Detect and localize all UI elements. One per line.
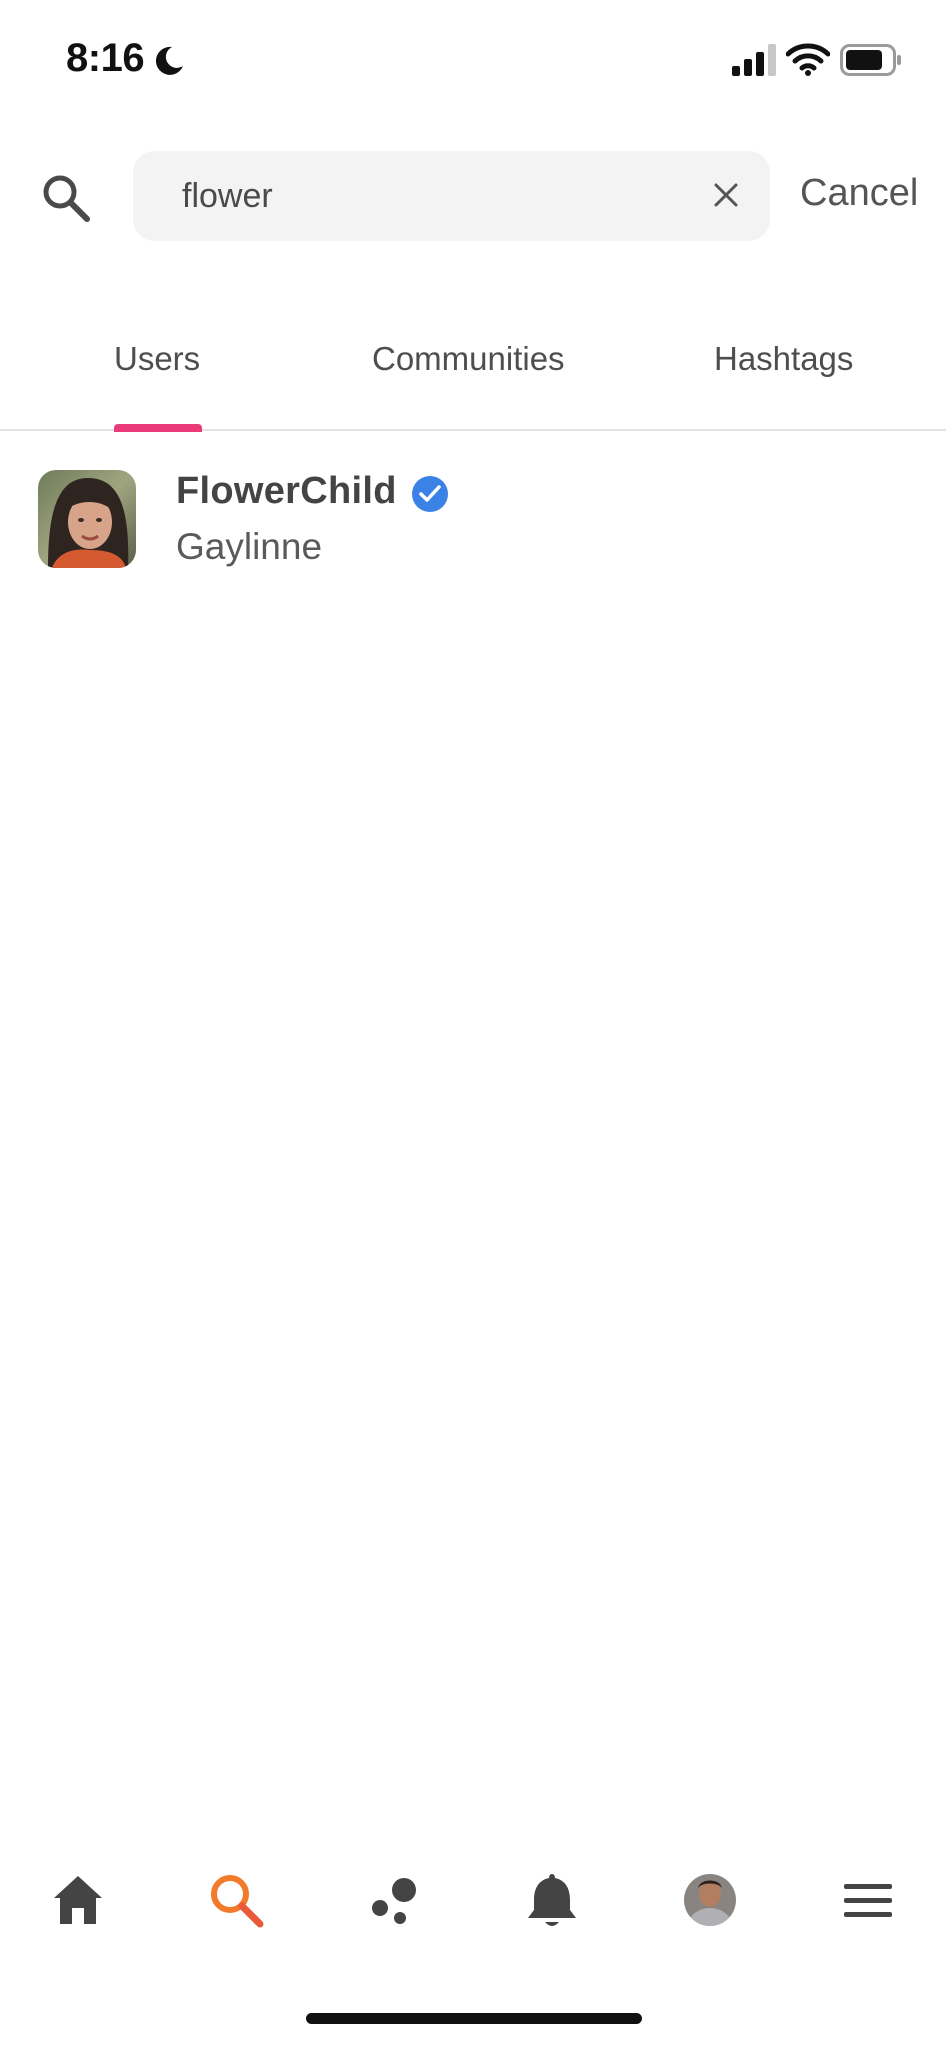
discover-icon[interactable] xyxy=(362,1868,426,1932)
status-time: 8:16 xyxy=(66,36,145,80)
user-result-row[interactable]: FlowerChild Gaylinne xyxy=(0,460,946,580)
user-name: FlowerChild xyxy=(176,470,397,512)
tab-communities[interactable]: Communities xyxy=(372,340,565,378)
battery-icon xyxy=(840,44,901,76)
search-icon[interactable] xyxy=(40,172,92,224)
home-icon[interactable] xyxy=(46,1868,110,1932)
menu-icon[interactable] xyxy=(836,1868,900,1932)
user-display-name: Gaylinne xyxy=(176,526,323,567)
active-tab-indicator xyxy=(114,424,202,432)
tab-users[interactable]: Users xyxy=(114,340,200,378)
home-indicator xyxy=(306,2013,642,2024)
search-nav-icon[interactable] xyxy=(204,1868,268,1932)
cancel-button[interactable]: Cancel xyxy=(800,172,918,215)
wifi-icon xyxy=(786,43,830,76)
user-avatar[interactable] xyxy=(38,470,136,568)
search-field[interactable] xyxy=(133,151,770,241)
clear-search-icon[interactable] xyxy=(708,177,744,213)
tab-hashtags[interactable]: Hashtags xyxy=(714,340,853,378)
do-not-disturb-moon-icon xyxy=(155,46,183,75)
search-input[interactable] xyxy=(182,151,682,241)
bell-icon[interactable] xyxy=(520,1868,584,1932)
profile-avatar[interactable] xyxy=(678,1868,742,1932)
cellular-signal-icon xyxy=(732,44,776,76)
verified-badge-icon xyxy=(412,476,448,512)
